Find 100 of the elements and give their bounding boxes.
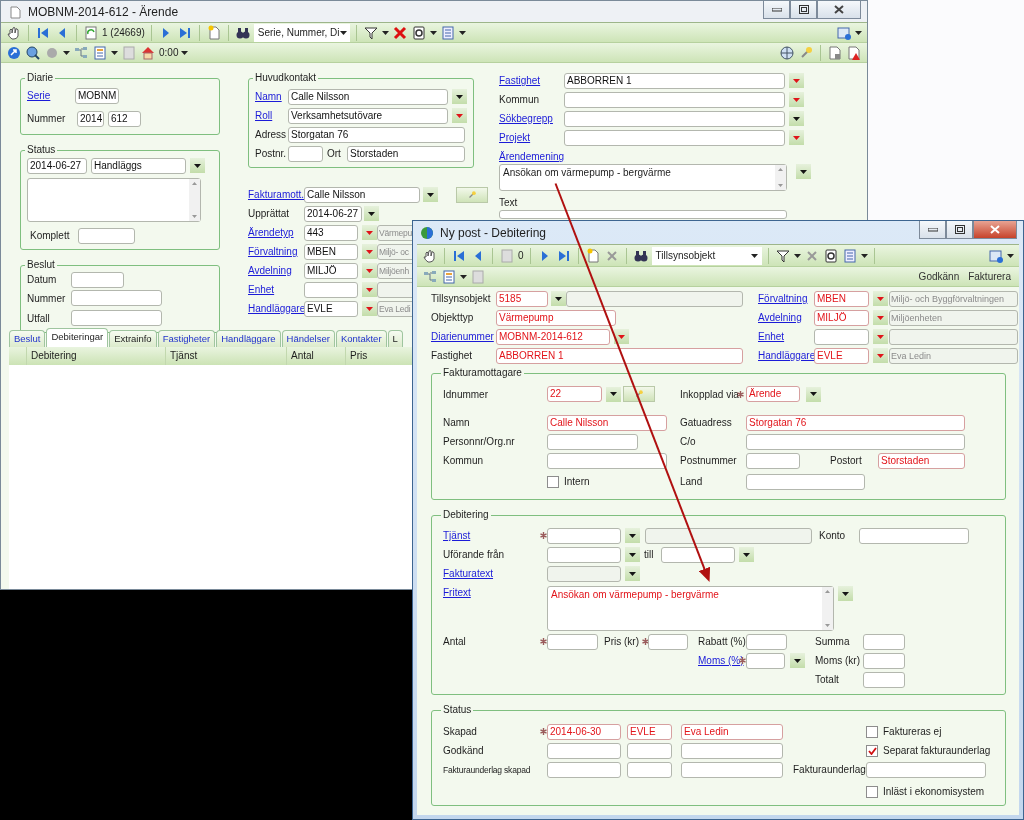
dropdown-button[interactable] bbox=[423, 187, 438, 202]
text-field[interactable] bbox=[746, 433, 965, 450]
text-field[interactable]: EVLE bbox=[814, 347, 869, 364]
caret-icon[interactable] bbox=[381, 30, 389, 35]
tab[interactable]: Händelser bbox=[281, 330, 335, 347]
toolbar-button[interactable]: Godkänn bbox=[915, 271, 963, 282]
field-link[interactable]: Förvaltning bbox=[758, 293, 808, 304]
dropdown-button[interactable] bbox=[796, 164, 811, 179]
text-field[interactable] bbox=[564, 129, 785, 146]
text-field[interactable]: EVLE bbox=[304, 300, 358, 317]
maximize-button[interactable] bbox=[946, 221, 973, 239]
field-link[interactable]: Ärendemening bbox=[499, 151, 565, 162]
text-field[interactable] bbox=[304, 281, 358, 298]
text-field[interactable]: Storgatan 76 bbox=[288, 126, 465, 143]
text-field[interactable]: 612 bbox=[108, 110, 141, 127]
field-link[interactable]: Avdelning bbox=[248, 265, 292, 276]
dropdown-button[interactable] bbox=[606, 386, 621, 402]
caret-icon[interactable] bbox=[460, 274, 467, 279]
dropdown-button[interactable] bbox=[789, 111, 804, 126]
tab[interactable]: Extrainfo bbox=[109, 330, 157, 347]
text-field[interactable]: 2014-06-30 bbox=[547, 723, 621, 740]
lookup-button[interactable] bbox=[623, 386, 655, 402]
checkbox[interactable] bbox=[866, 785, 878, 798]
text-field[interactable] bbox=[547, 433, 638, 450]
field-link[interactable]: Projekt bbox=[499, 132, 531, 143]
text-field[interactable] bbox=[648, 633, 688, 650]
caret-icon[interactable] bbox=[860, 253, 868, 258]
text-field[interactable] bbox=[627, 742, 672, 759]
text-field[interactable] bbox=[78, 227, 135, 244]
home-icon[interactable] bbox=[140, 44, 156, 61]
text-field[interactable]: Värmepump bbox=[496, 309, 616, 326]
tab[interactable]: Fastigheter bbox=[157, 330, 216, 347]
text-field[interactable] bbox=[547, 452, 667, 469]
window-settings-icon[interactable] bbox=[836, 24, 852, 41]
text-field[interactable]: 443 bbox=[304, 224, 358, 241]
text-field[interactable] bbox=[746, 633, 787, 650]
text-field[interactable]: MBEN bbox=[304, 243, 358, 260]
text-field[interactable] bbox=[661, 546, 735, 563]
dropdown-button[interactable] bbox=[838, 586, 853, 601]
text-field[interactable] bbox=[866, 761, 986, 778]
text-field[interactable]: 2014-06-27 bbox=[27, 157, 87, 174]
text-field[interactable] bbox=[863, 671, 905, 688]
field-link[interactable]: Fritext bbox=[443, 587, 471, 598]
field-link[interactable]: Enhet bbox=[758, 331, 785, 342]
toolbar-button[interactable]: Fakturera bbox=[965, 271, 1014, 282]
caret-icon[interactable] bbox=[429, 30, 437, 35]
text-field[interactable] bbox=[746, 473, 865, 490]
text-field[interactable] bbox=[564, 110, 785, 127]
text-field[interactable] bbox=[71, 310, 162, 326]
dropdown-button[interactable] bbox=[625, 547, 640, 562]
caret-icon[interactable] bbox=[111, 50, 118, 55]
search-combo[interactable]: Tillsynsobjekt bbox=[651, 246, 762, 265]
refresh-icon[interactable] bbox=[83, 24, 99, 41]
dropdown-button[interactable] bbox=[790, 653, 805, 668]
caret-icon[interactable] bbox=[855, 30, 862, 35]
dropdown-button[interactable] bbox=[364, 206, 379, 221]
tab[interactable]: Kontakter bbox=[335, 330, 387, 347]
text-field[interactable]: Ärende bbox=[746, 386, 800, 402]
dropdown-button[interactable] bbox=[551, 291, 566, 306]
caret-icon[interactable] bbox=[63, 50, 70, 55]
field-link[interactable]: Sökbegrepp bbox=[499, 113, 553, 124]
text-field[interactable] bbox=[288, 145, 323, 162]
document-icon[interactable] bbox=[822, 247, 839, 264]
field-link[interactable]: Enhet bbox=[248, 284, 275, 295]
field-link[interactable]: Ärendetyp bbox=[248, 227, 294, 238]
field-link[interactable]: Fakturamott. bbox=[248, 189, 305, 200]
tab[interactable]: Handläggare bbox=[216, 330, 281, 347]
text-field[interactable]: Storstaden bbox=[347, 145, 465, 162]
filter-icon[interactable] bbox=[362, 24, 379, 41]
scroll-bar[interactable] bbox=[775, 165, 786, 190]
field-link[interactable]: Roll bbox=[255, 110, 273, 121]
field-link[interactable]: Förvaltning bbox=[248, 246, 298, 257]
field-link[interactable]: Diarienummer bbox=[431, 331, 494, 342]
text-field[interactable]: Storgatan 76 bbox=[746, 414, 965, 431]
dropdown-button[interactable] bbox=[452, 89, 467, 104]
text-field[interactable] bbox=[814, 328, 869, 345]
text-field[interactable]: ABBORREN 1 bbox=[496, 347, 743, 364]
text-field[interactable] bbox=[547, 761, 621, 778]
filter-icon[interactable] bbox=[774, 247, 791, 264]
tab[interactable]: Debiteringar bbox=[46, 328, 109, 347]
text-field[interactable]: MILJÖ bbox=[304, 262, 358, 279]
field-link[interactable]: Serie bbox=[27, 90, 51, 101]
caret-icon[interactable] bbox=[181, 50, 189, 55]
text-field[interactable]: ABBORREN 1 bbox=[564, 72, 785, 89]
text-field[interactable]: Calle Nilsson bbox=[288, 88, 448, 105]
text-field[interactable]: MOBNM-2014-612 bbox=[496, 328, 610, 345]
scroll-bar[interactable] bbox=[822, 587, 833, 630]
text-field[interactable]: MOBNM bbox=[75, 87, 119, 104]
dropdown-button[interactable] bbox=[806, 386, 821, 402]
window-settings-icon[interactable] bbox=[988, 247, 1004, 264]
scroll-bar[interactable] bbox=[189, 179, 200, 221]
caret-icon[interactable] bbox=[458, 30, 466, 35]
text-area[interactable]: Ansökan om värmepump - bergvärme bbox=[499, 164, 787, 191]
dropdown-button[interactable] bbox=[190, 158, 205, 173]
field-link[interactable]: Handläggare bbox=[248, 303, 306, 314]
text-field[interactable] bbox=[627, 761, 672, 778]
delete-icon[interactable] bbox=[391, 24, 408, 41]
field-link[interactable]: Avdelning bbox=[758, 312, 802, 323]
checkbox[interactable] bbox=[866, 725, 878, 738]
caret-icon[interactable] bbox=[339, 30, 347, 35]
